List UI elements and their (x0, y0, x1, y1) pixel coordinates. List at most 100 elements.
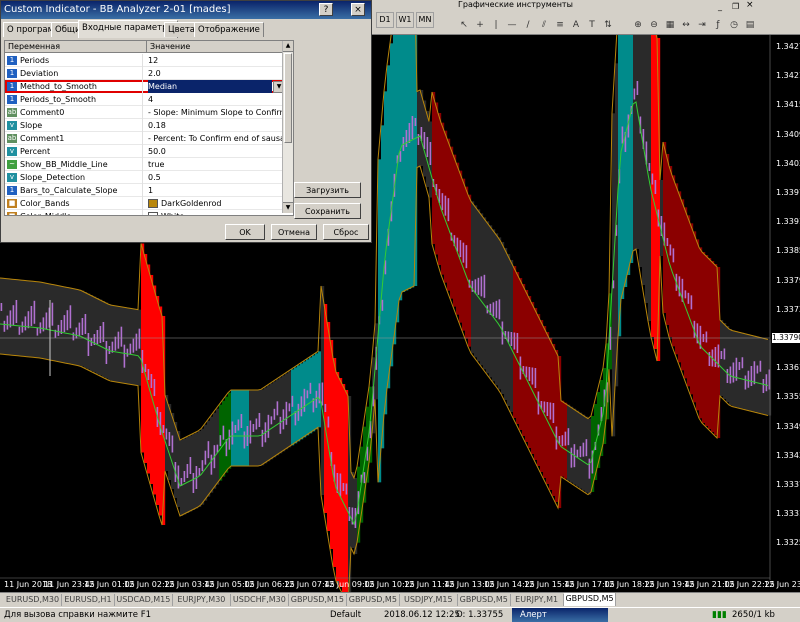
band-fill (294, 367, 298, 444)
autoscroll-icon[interactable]: ↔ (680, 20, 692, 30)
symbol-tab[interactable]: EURUSD,H1 (62, 594, 115, 606)
symbol-tab[interactable]: GBPUSD,M5 (563, 593, 617, 606)
bool-param-icon: ~ (7, 160, 17, 169)
text-icon[interactable]: A (570, 20, 582, 30)
candle (399, 150, 402, 162)
grid-row[interactable]: ■ Color_Bands DarkGoldenrod (5, 197, 287, 210)
period-icon[interactable]: ◷ (728, 20, 740, 30)
zoom-out-icon[interactable]: ⊖ (648, 20, 660, 30)
band-fill (174, 422, 178, 498)
grid-row[interactable]: 1 Deviation 2.0 (5, 67, 287, 80)
param-value[interactable]: Median (148, 80, 272, 93)
grid-row[interactable]: v Slope_Detection 0.5 (5, 171, 287, 184)
reset-button[interactable]: Сброс (323, 224, 369, 240)
symbol-tab[interactable]: USDJPY,M15 (400, 594, 458, 606)
grid-row[interactable]: ab Comment0 - Slope: Minimum Slope to Conf… (5, 106, 287, 119)
trend-line-icon[interactable]: / (522, 20, 534, 30)
param-value[interactable]: 12 (148, 54, 285, 67)
param-value[interactable]: 0.5 (148, 171, 285, 184)
grid-row[interactable]: v Slope 0.18 (5, 119, 287, 132)
channel-icon[interactable]: ⫽ (538, 20, 550, 30)
label-icon[interactable]: T (586, 20, 598, 30)
ok-button[interactable]: OK (225, 224, 265, 240)
grid-row[interactable]: 1 Periods 12 (5, 54, 287, 67)
param-value[interactable]: White (148, 210, 285, 215)
close-button[interactable]: × (351, 3, 365, 16)
minimize-icon[interactable]: _ (718, 2, 728, 11)
grid-row[interactable]: ab Comment1 - Percent: To Confirm end of s… (5, 132, 287, 145)
symbol-tab[interactable]: GBPUSD,M5 (458, 594, 511, 606)
grid-row[interactable]: 1 Periods_to_Smooth 4 (5, 93, 287, 106)
cancel-button[interactable]: Отмена (271, 224, 317, 240)
color-swatch (148, 212, 158, 215)
symbol-tab[interactable]: EURJPY,M1 (511, 594, 564, 606)
grid-row[interactable]: ~ Show_BB_Middle_Line true (5, 158, 287, 171)
grid-row[interactable]: 1 Method_to_Smooth Median ▼ (5, 80, 287, 93)
chart-shift-icon[interactable]: ⇥ (696, 20, 708, 30)
timeframe-w1[interactable]: W1 (396, 12, 414, 28)
price-tick-label: 1.33310 (776, 509, 800, 519)
dialog-titlebar[interactable]: Custom Indicator - BB Analyzer 2-01 [mad… (1, 1, 371, 19)
vertical-line-icon[interactable]: | (490, 20, 502, 30)
param-type-icon: 1 (7, 69, 17, 78)
grid-icon[interactable]: ▦ (664, 20, 676, 30)
column-header-value[interactable]: Значение (147, 41, 287, 53)
close-chart-icon[interactable]: × (746, 0, 756, 10)
candle (576, 449, 579, 458)
symbol-tab[interactable]: EURJPY,M30 (173, 594, 231, 606)
zoom-in-icon[interactable]: ⊕ (632, 20, 644, 30)
candle (81, 318, 84, 335)
alert-window[interactable]: Алерт (512, 608, 608, 622)
status-profile: Default (330, 610, 362, 620)
column-header-variable[interactable]: Переменная (5, 41, 147, 53)
timeframe-d1[interactable]: D1 (376, 12, 394, 28)
param-value[interactable]: - Percent: To Confirm end of sausage (%)… (148, 132, 285, 145)
grid-scrollbar[interactable]: ▲ ▼ (282, 41, 293, 213)
scroll-down-icon[interactable]: ▼ (283, 202, 293, 213)
param-type-icon: 1 (7, 95, 17, 104)
indicators-icon[interactable]: ƒ (712, 20, 724, 30)
param-value[interactable]: true (148, 158, 285, 171)
grid-row[interactable]: ■Color_Middle White (5, 210, 287, 215)
param-value[interactable]: DarkGoldenrod (148, 197, 285, 210)
help-button[interactable]: ? (319, 3, 333, 16)
param-value[interactable]: 50.0 (148, 145, 285, 158)
fibonacci-icon[interactable]: ≡ (554, 20, 566, 30)
arrows-icon[interactable]: ⇅ (602, 20, 614, 30)
candle (27, 311, 30, 329)
crosshair-icon[interactable]: + (474, 20, 486, 30)
symbol-tab[interactable]: USDCHF,M30 (231, 594, 289, 606)
symbol-tab[interactable]: GBPUSD,M5 (347, 594, 400, 606)
save-button[interactable]: Сохранить (294, 203, 361, 219)
load-button[interactable]: Загрузить (294, 182, 361, 198)
grid-row[interactable]: 1 Bars_to_Calculate_Slope 1 (5, 184, 287, 197)
candle (483, 274, 486, 298)
inputs-grid[interactable]: Переменная Значение 1 Periods 12 1 Deviation… (4, 40, 294, 216)
param-value[interactable]: - Slope: Minimum Slope to Confirm Bubble… (148, 106, 285, 119)
symbol-tab[interactable]: EURUSD,M30 (4, 594, 62, 606)
scroll-up-icon[interactable]: ▲ (283, 41, 293, 52)
param-value[interactable]: 4 (148, 93, 285, 106)
band-fill (330, 340, 334, 549)
band-fill (207, 420, 211, 497)
grid-row[interactable]: v Percent 50.0 (5, 145, 287, 158)
restore-icon[interactable]: ❐ (732, 2, 742, 11)
horizontal-line-icon[interactable]: — (506, 20, 518, 30)
timeframe-mn[interactable]: MN (416, 12, 434, 28)
scroll-thumb[interactable] (284, 53, 292, 143)
candle (87, 333, 90, 356)
symbol-tab[interactable]: USDCAD,M15 (115, 594, 173, 606)
param-value[interactable]: 0.18 (148, 119, 285, 132)
candle (15, 300, 18, 323)
connection-icon: ▮▮▮ (712, 610, 727, 620)
tab-display[interactable]: Отображение (194, 22, 264, 37)
symbol-tab[interactable]: GBPUSD,M15 (289, 594, 347, 606)
candle (633, 88, 636, 100)
param-value[interactable]: 2.0 (148, 67, 285, 80)
param-name: Show_BB_Middle_Line (20, 158, 143, 171)
cursor-icon[interactable]: ↖ (458, 20, 470, 30)
param-name: Method_to_Smooth (20, 80, 143, 93)
template-icon[interactable]: ▤ (744, 20, 756, 30)
param-value[interactable]: 1 (148, 184, 285, 197)
band-fill (726, 326, 730, 402)
